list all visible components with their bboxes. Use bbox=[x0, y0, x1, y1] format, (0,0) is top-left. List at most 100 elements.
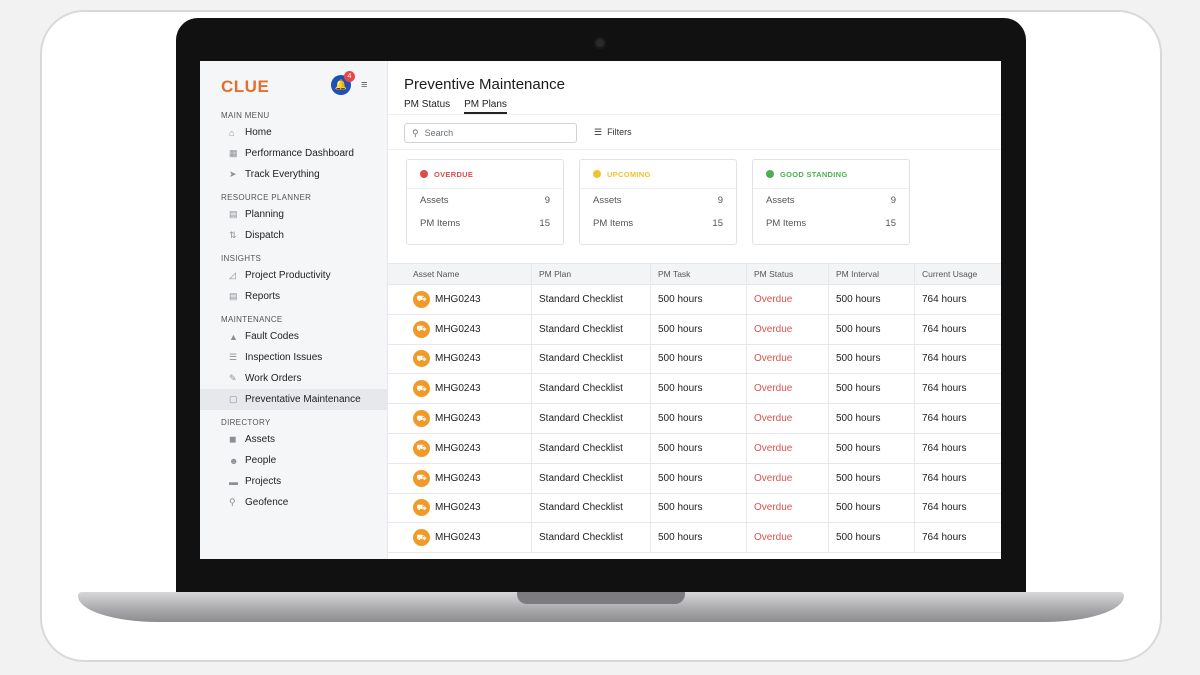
tab-bar: PM Status PM Plans bbox=[404, 99, 507, 114]
table-cell-text[interactable]: MHG0243 bbox=[435, 502, 481, 513]
sidebar-item-geofence[interactable]: ⚲ Geofence bbox=[200, 492, 387, 513]
table-cell: 500 hours bbox=[828, 314, 914, 344]
column-header-pm-plan[interactable]: PM Plan bbox=[531, 264, 650, 284]
table-cell: Standard Checklist bbox=[531, 493, 650, 523]
sidebar-item-home[interactable]: ⌂ Home bbox=[200, 122, 387, 143]
stat-row: Assets 9 bbox=[407, 189, 563, 212]
sidebar-item-label: Home bbox=[245, 127, 272, 138]
column-header-pm-task[interactable]: PM Task bbox=[650, 264, 746, 284]
stat-label: PM Items bbox=[420, 218, 461, 229]
table-cell-text[interactable]: MHG0243 bbox=[435, 353, 481, 364]
sidebar-item-fault-codes[interactable]: ▲ Fault Codes bbox=[200, 326, 387, 347]
sidebar-item-performance-dashboard[interactable]: ▦ Performance Dashboard bbox=[200, 143, 387, 164]
main-content: Preventive Maintenance PM Status PM Plan… bbox=[388, 61, 1001, 559]
column-header-asset-name[interactable]: Asset Name bbox=[388, 264, 531, 284]
table-cell-text: Overdue bbox=[754, 532, 793, 544]
table-row[interactable]: ⛟ MHG0243 Standard Checklist 500 hours Overd… bbox=[388, 404, 1001, 434]
table-row[interactable]: ⛟ MHG0243 Standard Checklist 500 hours Overd… bbox=[388, 493, 1001, 524]
table-cell: Standard Checklist bbox=[531, 285, 650, 314]
table-cell-text: Overdue bbox=[754, 293, 793, 305]
table-row[interactable]: ⛟ MHG0243 Standard Checklist 500 hours Overd… bbox=[388, 463, 1001, 494]
table-cell-text[interactable]: MHG0243 bbox=[435, 413, 481, 424]
stat-card-upcoming[interactable]: UPCOMING Assets 9 PM Items 15 bbox=[579, 159, 737, 245]
sidebar-item-reports[interactable]: ▤ Reports bbox=[200, 286, 387, 307]
sidebar-item-preventative-maintenance[interactable]: ▢ Preventative Maintenance bbox=[200, 389, 387, 410]
table-cell: ⛟ MHG0243 bbox=[388, 494, 531, 523]
stat-card-title: UPCOMING bbox=[607, 169, 651, 179]
table-row[interactable]: ⛟ MHG0243 Standard Checklist 500 hours Overd… bbox=[388, 433, 1001, 464]
stat-label: PM Items bbox=[593, 218, 634, 229]
sidebar-item-people[interactable]: ☻ People bbox=[200, 450, 387, 471]
table-cell: Overdue bbox=[746, 344, 828, 374]
table-cell-text: 500 hours bbox=[836, 502, 881, 514]
sidebar-item-icon: ☻ bbox=[229, 455, 239, 466]
stat-card-good-standing[interactable]: GOOD STANDING Assets 9 PM Items 15 bbox=[752, 159, 910, 245]
divider bbox=[388, 114, 1001, 115]
table-header: Asset Name PM Plan PM Task PM Status PM Inte… bbox=[388, 263, 1001, 285]
table-cell-text: Standard Checklist bbox=[539, 413, 623, 425]
sidebar-item-label: Performance Dashboard bbox=[245, 148, 354, 159]
search-input[interactable]: ⚲ Search bbox=[404, 123, 577, 143]
table-cell: Standard Checklist bbox=[531, 523, 650, 553]
table-cell-text: 500 hours bbox=[658, 383, 703, 395]
table-cell-text[interactable]: MHG0243 bbox=[435, 383, 481, 394]
table-cell: 500 hours bbox=[828, 493, 914, 523]
search-placeholder: Search bbox=[424, 128, 454, 138]
table-row[interactable]: ⛟ MHG0243 Standard Checklist 500 hours Overd… bbox=[388, 285, 1001, 315]
stat-card-title: GOOD STANDING bbox=[780, 169, 848, 179]
stat-row: PM Items 15 bbox=[407, 212, 563, 235]
stat-card-overdue[interactable]: OVERDUE Assets 9 PM Items 15 bbox=[406, 159, 564, 245]
table-cell-text: 500 hours bbox=[836, 353, 881, 365]
column-header-current-usage[interactable]: Current Usage bbox=[914, 264, 1001, 284]
table-cell: Overdue bbox=[746, 374, 828, 404]
tab-pm-status[interactable]: PM Status bbox=[404, 99, 450, 114]
app-logo[interactable]: CLUE bbox=[221, 77, 269, 97]
table-cell: Overdue bbox=[746, 433, 828, 463]
table-row[interactable]: ⛟ MHG0243 Standard Checklist 500 hours Overd… bbox=[388, 344, 1001, 375]
table-row[interactable]: ⛟ MHG0243 Standard Checklist 500 hours Overd… bbox=[388, 374, 1001, 405]
table-cell-text[interactable]: MHG0243 bbox=[435, 532, 481, 543]
table-cell-text: Overdue bbox=[754, 472, 793, 484]
sidebar-item-label: Track Everything bbox=[245, 169, 320, 180]
menu-collapse-icon[interactable]: ≡ bbox=[361, 79, 367, 91]
column-header-pm-interval[interactable]: PM Interval bbox=[828, 264, 914, 284]
table-cell: Standard Checklist bbox=[531, 374, 650, 404]
table-cell-text[interactable]: MHG0243 bbox=[435, 443, 481, 454]
table-cell-text: 764 hours bbox=[922, 442, 967, 454]
sidebar-item-inspection-issues[interactable]: ☰ Inspection Issues bbox=[200, 347, 387, 368]
sidebar-item-assets[interactable]: ◼ Assets bbox=[200, 429, 387, 450]
sidebar-item-icon: ➤ bbox=[229, 169, 237, 179]
app-screen: CLUE 🔔 4 ≡ MAIN MENU ⌂ Home ▦ Performance Da… bbox=[200, 61, 1001, 559]
table-cell: 500 hours bbox=[650, 523, 746, 553]
table-cell: 500 hours bbox=[828, 344, 914, 374]
table-row[interactable]: ⛟ MHG0243 Standard Checklist 500 hours Overd… bbox=[388, 314, 1001, 345]
asset-machine-icon: ⛟ bbox=[413, 499, 430, 517]
table-cell: 500 hours bbox=[650, 493, 746, 523]
table-row[interactable]: ⛟ MHG0243 Standard Checklist 500 hours Overd… bbox=[388, 523, 1001, 554]
table-cell: Standard Checklist bbox=[531, 463, 650, 493]
sidebar-item-dispatch[interactable]: ⇅ Dispatch bbox=[200, 225, 387, 246]
sidebar-item-label: Project Productivity bbox=[245, 270, 331, 281]
sidebar-item-work-orders[interactable]: ✎ Work Orders bbox=[200, 368, 387, 389]
table-cell: 764 hours bbox=[914, 314, 1001, 344]
table-cell: 764 hours bbox=[914, 404, 1001, 433]
sidebar-item-project-productivity[interactable]: ◿ Project Productivity bbox=[200, 265, 387, 286]
asset-machine-icon: ⛟ bbox=[413, 529, 430, 547]
table-cell-text: 500 hours bbox=[658, 353, 703, 365]
column-header-pm-status[interactable]: PM Status bbox=[746, 264, 828, 284]
table-cell: 500 hours bbox=[650, 463, 746, 493]
table-cell-text: Overdue bbox=[754, 383, 793, 395]
table-cell: 500 hours bbox=[828, 523, 914, 553]
table-cell-text[interactable]: MHG0243 bbox=[435, 294, 481, 305]
table-cell: 764 hours bbox=[914, 374, 1001, 404]
sidebar-item-track-everything[interactable]: ➤ Track Everything bbox=[200, 164, 387, 185]
sidebar-item-planning[interactable]: ▤ Planning bbox=[200, 204, 387, 225]
table-cell-text[interactable]: MHG0243 bbox=[435, 324, 481, 335]
sidebar-item-projects[interactable]: ▬ Projects bbox=[200, 471, 387, 492]
sidebar-section-title: MAINTENANCE bbox=[221, 315, 283, 324]
table-cell-text[interactable]: MHG0243 bbox=[435, 473, 481, 484]
sidebar-item-icon: ⌂ bbox=[229, 127, 235, 138]
divider bbox=[388, 149, 1001, 150]
tab-pm-plans[interactable]: PM Plans bbox=[464, 99, 507, 114]
filters-button[interactable]: ☰ Filters bbox=[594, 127, 632, 138]
